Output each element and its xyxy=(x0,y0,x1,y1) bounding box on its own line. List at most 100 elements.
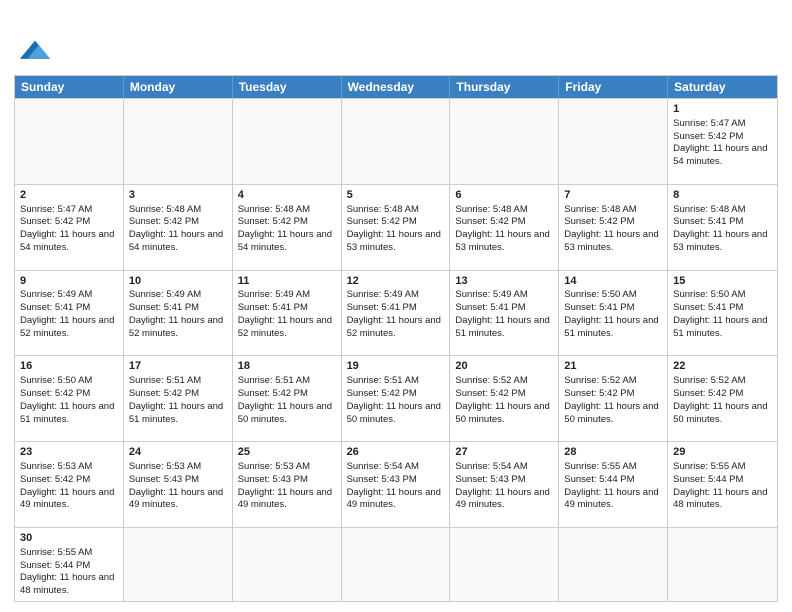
daylight-label: Daylight: 11 hours and 50 minutes. xyxy=(673,401,767,425)
page: SundayMondayTuesdayWednesdayThursdayFrid… xyxy=(0,0,792,612)
sunrise-label: Sunrise: 5:49 AM xyxy=(238,289,310,300)
day-number: 8 xyxy=(673,188,772,203)
sunset-label: Sunset: 5:41 PM xyxy=(673,302,743,313)
day-number: 2 xyxy=(20,188,118,203)
sunrise-label: Sunrise: 5:52 AM xyxy=(673,375,745,386)
calendar: SundayMondayTuesdayWednesdayThursdayFrid… xyxy=(14,75,778,602)
sunrise-label: Sunrise: 5:53 AM xyxy=(129,461,201,472)
calendar-cell-10: 10Sunrise: 5:49 AMSunset: 5:41 PMDayligh… xyxy=(124,271,233,356)
sunset-label: Sunset: 5:43 PM xyxy=(455,474,525,485)
daylight-label: Daylight: 11 hours and 49 minutes. xyxy=(347,487,441,511)
sunrise-label: Sunrise: 5:51 AM xyxy=(129,375,201,386)
calendar-week-4: 23Sunrise: 5:53 AMSunset: 5:42 PMDayligh… xyxy=(15,441,777,527)
sunset-label: Sunset: 5:43 PM xyxy=(238,474,308,485)
daylight-label: Daylight: 11 hours and 51 minutes. xyxy=(455,315,549,339)
calendar-cell-6: 6Sunrise: 5:48 AMSunset: 5:42 PMDaylight… xyxy=(450,185,559,270)
daylight-label: Daylight: 11 hours and 50 minutes. xyxy=(564,401,658,425)
day-number: 21 xyxy=(564,359,662,374)
sunset-label: Sunset: 5:41 PM xyxy=(238,302,308,313)
calendar-week-1: 2Sunrise: 5:47 AMSunset: 5:42 PMDaylight… xyxy=(15,184,777,270)
calendar-cell-empty xyxy=(233,528,342,601)
daylight-label: Daylight: 11 hours and 51 minutes. xyxy=(20,401,114,425)
sunrise-label: Sunrise: 5:48 AM xyxy=(129,204,201,215)
day-number: 13 xyxy=(455,274,553,289)
sunrise-label: Sunrise: 5:48 AM xyxy=(673,204,745,215)
calendar-cell-empty xyxy=(124,528,233,601)
calendar-cell-empty xyxy=(668,528,777,601)
daylight-label: Daylight: 11 hours and 52 minutes. xyxy=(20,315,114,339)
sunrise-label: Sunrise: 5:48 AM xyxy=(238,204,310,215)
calendar-cell-empty xyxy=(450,99,559,184)
sunrise-label: Sunrise: 5:48 AM xyxy=(564,204,636,215)
calendar-week-2: 9Sunrise: 5:49 AMSunset: 5:41 PMDaylight… xyxy=(15,270,777,356)
sunrise-label: Sunrise: 5:55 AM xyxy=(673,461,745,472)
day-number: 16 xyxy=(20,359,118,374)
calendar-cell-23: 23Sunrise: 5:53 AMSunset: 5:42 PMDayligh… xyxy=(15,442,124,527)
day-number: 25 xyxy=(238,445,336,460)
day-number: 28 xyxy=(564,445,662,460)
sunrise-label: Sunrise: 5:49 AM xyxy=(347,289,419,300)
sunrise-label: Sunrise: 5:50 AM xyxy=(20,375,92,386)
sunset-label: Sunset: 5:42 PM xyxy=(20,474,90,485)
sunrise-label: Sunrise: 5:48 AM xyxy=(347,204,419,215)
sunrise-label: Sunrise: 5:49 AM xyxy=(129,289,201,300)
sunset-label: Sunset: 5:42 PM xyxy=(455,388,525,399)
sunrise-label: Sunrise: 5:51 AM xyxy=(238,375,310,386)
sunset-label: Sunset: 5:41 PM xyxy=(347,302,417,313)
sunrise-label: Sunrise: 5:49 AM xyxy=(455,289,527,300)
day-number: 7 xyxy=(564,188,662,203)
day-header-tuesday: Tuesday xyxy=(233,76,342,98)
sunrise-label: Sunrise: 5:47 AM xyxy=(673,118,745,129)
day-number: 12 xyxy=(347,274,445,289)
sunrise-label: Sunrise: 5:54 AM xyxy=(455,461,527,472)
sunset-label: Sunset: 5:42 PM xyxy=(564,388,634,399)
sunrise-label: Sunrise: 5:54 AM xyxy=(347,461,419,472)
calendar-cell-empty xyxy=(124,99,233,184)
day-number: 11 xyxy=(238,274,336,289)
day-number: 10 xyxy=(129,274,227,289)
day-header-wednesday: Wednesday xyxy=(342,76,451,98)
day-number: 3 xyxy=(129,188,227,203)
calendar-cell-2: 2Sunrise: 5:47 AMSunset: 5:42 PMDaylight… xyxy=(15,185,124,270)
sunset-label: Sunset: 5:43 PM xyxy=(129,474,199,485)
sunset-label: Sunset: 5:42 PM xyxy=(129,216,199,227)
daylight-label: Daylight: 11 hours and 53 minutes. xyxy=(347,229,441,253)
calendar-cell-7: 7Sunrise: 5:48 AMSunset: 5:42 PMDaylight… xyxy=(559,185,668,270)
sunrise-label: Sunrise: 5:49 AM xyxy=(20,289,92,300)
calendar-cell-18: 18Sunrise: 5:51 AMSunset: 5:42 PMDayligh… xyxy=(233,356,342,441)
calendar-cell-9: 9Sunrise: 5:49 AMSunset: 5:41 PMDaylight… xyxy=(15,271,124,356)
daylight-label: Daylight: 11 hours and 49 minutes. xyxy=(129,487,223,511)
sunset-label: Sunset: 5:44 PM xyxy=(564,474,634,485)
day-number: 15 xyxy=(673,274,772,289)
calendar-cell-28: 28Sunrise: 5:55 AMSunset: 5:44 PMDayligh… xyxy=(559,442,668,527)
calendar-cell-empty xyxy=(559,99,668,184)
calendar-cell-20: 20Sunrise: 5:52 AMSunset: 5:42 PMDayligh… xyxy=(450,356,559,441)
calendar-cell-3: 3Sunrise: 5:48 AMSunset: 5:42 PMDaylight… xyxy=(124,185,233,270)
day-number: 27 xyxy=(455,445,553,460)
calendar-cell-13: 13Sunrise: 5:49 AMSunset: 5:41 PMDayligh… xyxy=(450,271,559,356)
day-header-saturday: Saturday xyxy=(668,76,777,98)
sunrise-label: Sunrise: 5:55 AM xyxy=(564,461,636,472)
day-number: 14 xyxy=(564,274,662,289)
calendar-week-0: 1Sunrise: 5:47 AMSunset: 5:42 PMDaylight… xyxy=(15,98,777,184)
logo xyxy=(14,14,54,69)
calendar-cell-15: 15Sunrise: 5:50 AMSunset: 5:41 PMDayligh… xyxy=(668,271,777,356)
calendar-cell-empty xyxy=(233,99,342,184)
calendar-cell-19: 19Sunrise: 5:51 AMSunset: 5:42 PMDayligh… xyxy=(342,356,451,441)
daylight-label: Daylight: 11 hours and 52 minutes. xyxy=(347,315,441,339)
calendar-cell-25: 25Sunrise: 5:53 AMSunset: 5:43 PMDayligh… xyxy=(233,442,342,527)
day-number: 18 xyxy=(238,359,336,374)
sunset-label: Sunset: 5:44 PM xyxy=(673,474,743,485)
day-header-sunday: Sunday xyxy=(15,76,124,98)
daylight-label: Daylight: 11 hours and 53 minutes. xyxy=(673,229,767,253)
sunset-label: Sunset: 5:42 PM xyxy=(455,216,525,227)
sunrise-label: Sunrise: 5:55 AM xyxy=(20,547,92,558)
daylight-label: Daylight: 11 hours and 48 minutes. xyxy=(20,572,114,596)
daylight-label: Daylight: 11 hours and 54 minutes. xyxy=(673,143,767,167)
sunset-label: Sunset: 5:41 PM xyxy=(673,216,743,227)
day-number: 17 xyxy=(129,359,227,374)
daylight-label: Daylight: 11 hours and 52 minutes. xyxy=(129,315,223,339)
daylight-label: Daylight: 11 hours and 49 minutes. xyxy=(455,487,549,511)
day-number: 26 xyxy=(347,445,445,460)
sunrise-label: Sunrise: 5:50 AM xyxy=(564,289,636,300)
